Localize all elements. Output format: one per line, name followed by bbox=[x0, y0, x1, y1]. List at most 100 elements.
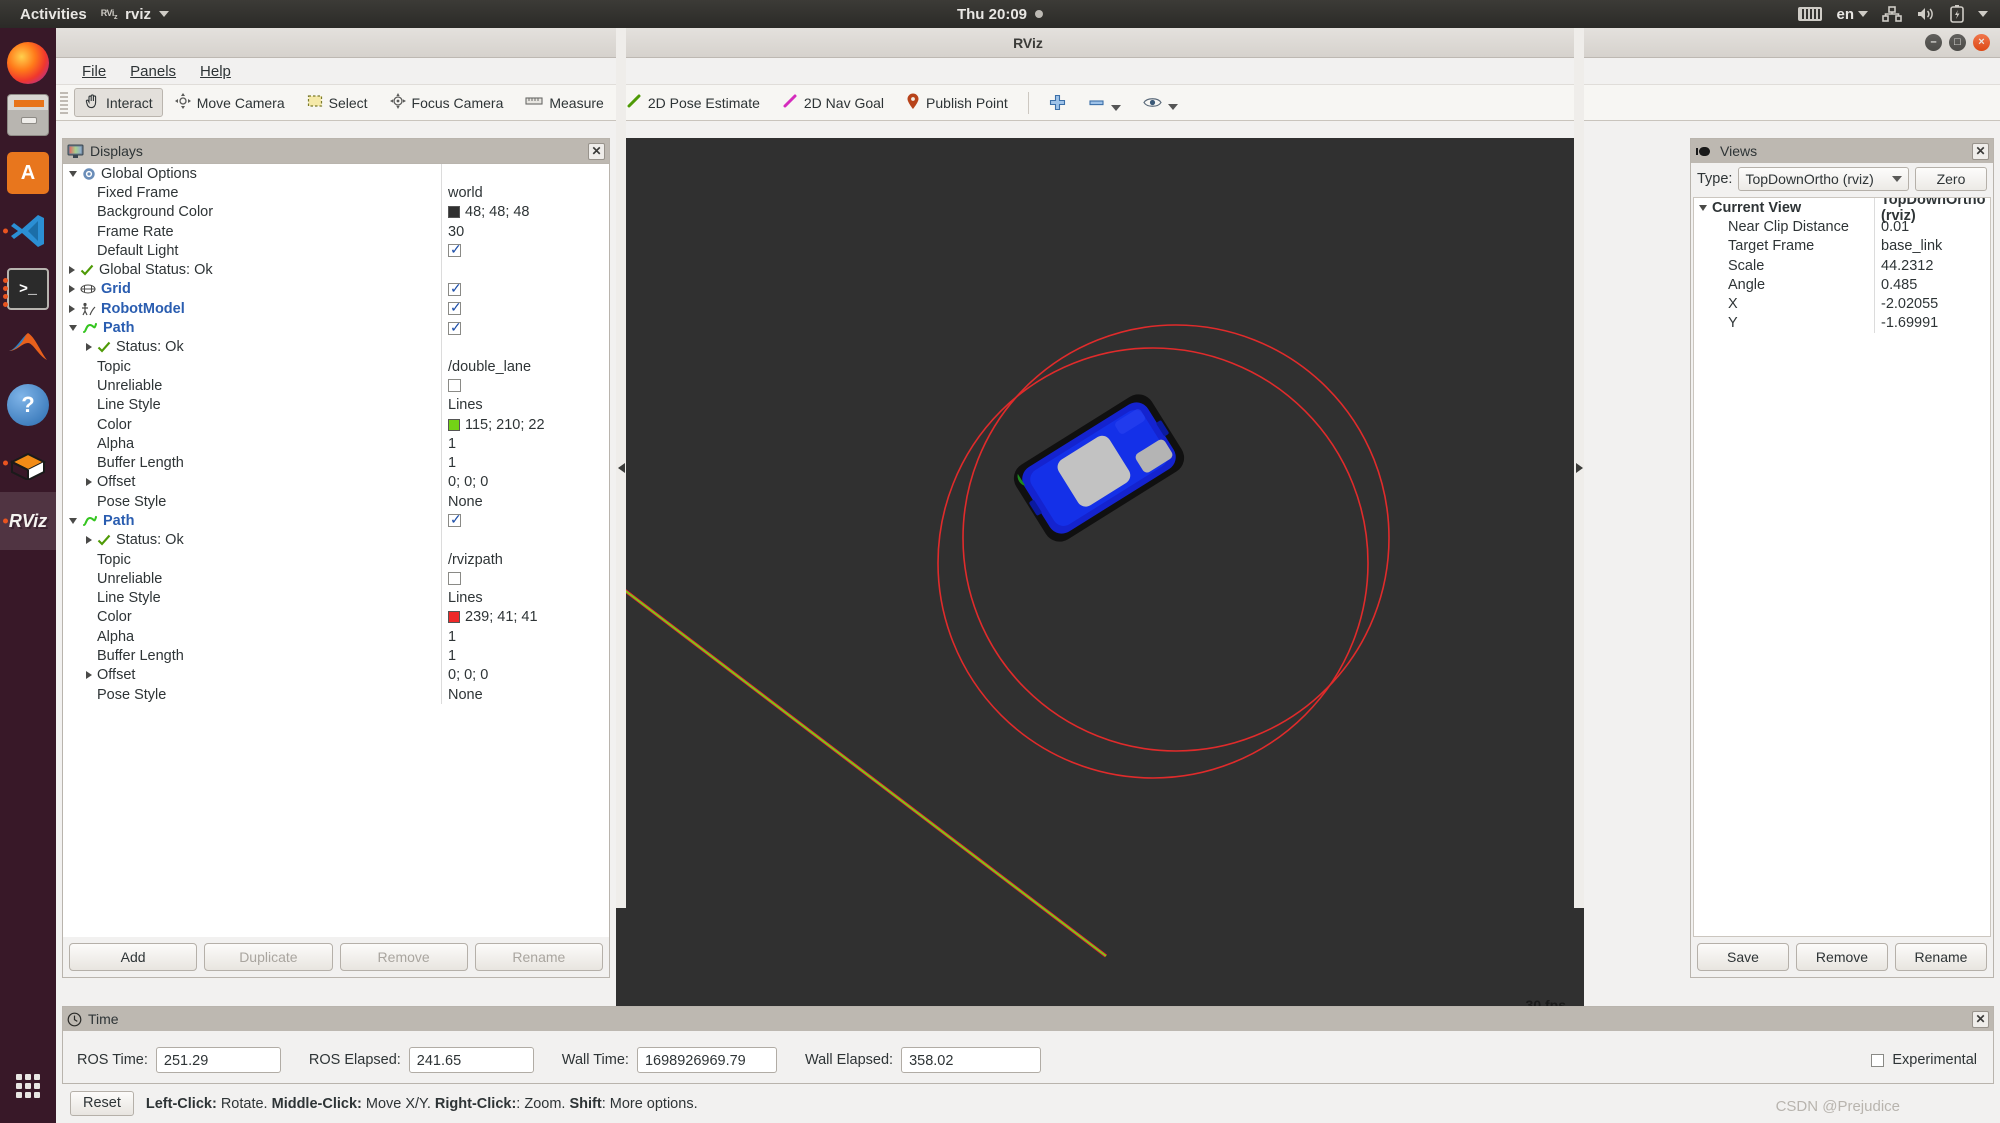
display-enabled-checkbox[interactable] bbox=[448, 379, 461, 393]
dock-item-help[interactable]: ? bbox=[0, 376, 56, 434]
display-row-value-cell[interactable] bbox=[441, 279, 609, 300]
wall-time-input[interactable]: 1698926969.79 bbox=[636, 1047, 777, 1073]
add-button[interactable]: Add bbox=[69, 943, 198, 971]
view-property-row[interactable]: Angle 0.485 bbox=[1694, 275, 1990, 295]
view-property-row[interactable]: Scale 44.2312 bbox=[1694, 255, 1990, 276]
displays-tree[interactable]: Global Options Fixed Frame world Background… bbox=[63, 163, 609, 937]
experimental-toggle[interactable]: Experimental bbox=[1871, 1052, 1977, 1068]
display-row[interactable]: Default Light bbox=[63, 241, 609, 261]
activities-button[interactable]: Activities bbox=[0, 6, 101, 23]
display-enabled-checkbox[interactable] bbox=[448, 319, 462, 336]
chevron-right-icon[interactable] bbox=[69, 266, 75, 275]
display-row[interactable]: Topic/rvizpath bbox=[63, 549, 609, 570]
zero-button[interactable]: Zero bbox=[1915, 167, 1987, 191]
display-row[interactable]: Frame Rate 30 bbox=[63, 221, 609, 242]
maximize-button[interactable]: □ bbox=[1949, 34, 1966, 51]
chevron-down-icon[interactable] bbox=[69, 325, 77, 332]
display-row[interactable]: Unreliable bbox=[63, 569, 609, 589]
display-row-value-cell[interactable] bbox=[441, 569, 609, 589]
display-row-value-cell[interactable]: 0; 0; 0 bbox=[441, 665, 609, 686]
display-row[interactable]: Offset 0; 0; 0 bbox=[63, 472, 609, 493]
chevron-right-icon[interactable] bbox=[86, 536, 92, 545]
tool-2d-pose-estimate[interactable]: 2D Pose Estimate bbox=[616, 88, 770, 117]
menu-panels[interactable]: Panels bbox=[118, 60, 188, 83]
display-row-value-cell[interactable]: 1 bbox=[441, 453, 609, 473]
view-property-value[interactable]: 0.01 bbox=[1874, 217, 1990, 237]
dock-item-firefox[interactable] bbox=[0, 34, 56, 92]
display-row-value-cell[interactable]: 48; 48; 48 bbox=[441, 202, 609, 222]
display-row[interactable]: Path bbox=[63, 318, 609, 338]
display-row-value-cell[interactable]: /rvizpath bbox=[441, 549, 609, 570]
chevron-right-icon[interactable] bbox=[69, 285, 75, 294]
display-row-value-cell[interactable] bbox=[441, 318, 609, 338]
tool-focus-camera[interactable]: Focus Camera bbox=[380, 88, 514, 117]
display-enabled-checkbox[interactable] bbox=[448, 572, 461, 586]
display-row[interactable]: Color 115; 210; 22 bbox=[63, 414, 609, 435]
display-row[interactable]: Grid bbox=[63, 279, 609, 300]
menu-help[interactable]: Help bbox=[188, 60, 243, 83]
experimental-checkbox[interactable] bbox=[1871, 1053, 1885, 1067]
ros-time-input[interactable]: 251.29 bbox=[155, 1047, 281, 1073]
display-row-value-cell[interactable] bbox=[441, 511, 609, 531]
display-row-value-cell[interactable]: /double_lane bbox=[441, 356, 609, 377]
display-row[interactable]: Line Style Lines bbox=[63, 395, 609, 415]
chevron-right-icon[interactable] bbox=[69, 304, 75, 313]
display-row[interactable]: Buffer Length 1 bbox=[63, 453, 609, 473]
color-swatch[interactable] bbox=[448, 418, 460, 431]
view-property-value[interactable]: 44.2312 bbox=[1874, 255, 1990, 276]
display-row[interactable]: Unreliable bbox=[63, 376, 609, 396]
display-enabled-checkbox[interactable] bbox=[448, 241, 462, 258]
reset-button[interactable]: Reset bbox=[70, 1091, 134, 1116]
chevron-down-icon[interactable] bbox=[69, 170, 77, 177]
dock-item-files[interactable] bbox=[0, 86, 56, 144]
color-swatch[interactable] bbox=[448, 206, 460, 219]
view-property-value[interactable]: -1.69991 bbox=[1874, 313, 1990, 334]
language-indicator[interactable]: en bbox=[1836, 6, 1854, 23]
display-row-value-cell[interactable]: 30 bbox=[441, 221, 609, 242]
ros-elapsed-input[interactable]: 241.65 bbox=[408, 1047, 534, 1073]
display-row[interactable]: Status: Ok bbox=[63, 530, 609, 550]
volume-icon[interactable] bbox=[1916, 6, 1936, 22]
wall-elapsed-input[interactable]: 358.02 bbox=[901, 1047, 1042, 1073]
tool-2d-nav-goal[interactable]: 2D Nav Goal bbox=[772, 88, 894, 117]
display-row[interactable]: Background Color 48; 48; 48 bbox=[63, 202, 609, 222]
3d-render-viewport[interactable]: 30 fps bbox=[616, 138, 1584, 1018]
display-row-value-cell[interactable] bbox=[441, 299, 609, 319]
display-row[interactable]: Global Status: Ok bbox=[63, 260, 609, 280]
close-icon[interactable]: ✕ bbox=[588, 142, 605, 160]
views-remove-button[interactable]: Remove bbox=[1796, 943, 1888, 971]
view-property-row[interactable]: Target Frame base_link bbox=[1694, 236, 1990, 256]
view-property-value[interactable]: base_link bbox=[1874, 236, 1990, 256]
views-tree[interactable]: Current View TopDownOrtho (rviz) Near Clip… bbox=[1693, 197, 1991, 937]
display-row-value-cell[interactable] bbox=[441, 164, 609, 184]
display-row-value-cell[interactable]: 239; 41; 41 bbox=[441, 607, 609, 628]
display-row-value-cell[interactable]: world bbox=[441, 183, 609, 203]
display-row-value-cell[interactable]: None bbox=[441, 685, 609, 705]
tool-measure[interactable]: Measure bbox=[515, 89, 613, 116]
show-applications-button[interactable] bbox=[0, 1063, 56, 1109]
display-row[interactable]: Alpha 1 bbox=[63, 627, 609, 647]
display-row[interactable]: Fixed Frame world bbox=[63, 183, 609, 203]
display-row[interactable]: Line Style Lines bbox=[63, 588, 609, 608]
dock-item-ubuntu-software[interactable]: A bbox=[0, 144, 56, 202]
chevron-down-icon[interactable] bbox=[1699, 204, 1707, 211]
display-row[interactable]: Status: Ok bbox=[63, 337, 609, 357]
keyboard-icon[interactable] bbox=[1798, 7, 1823, 21]
battery-charging-icon[interactable] bbox=[1950, 5, 1964, 23]
display-enabled-checkbox[interactable] bbox=[448, 299, 462, 316]
display-row[interactable]: Color 239; 41; 41 bbox=[63, 607, 609, 628]
display-row-value-cell[interactable] bbox=[441, 260, 609, 280]
display-row-value-cell[interactable] bbox=[441, 241, 609, 261]
network-icon[interactable] bbox=[1882, 6, 1902, 22]
view-property-value[interactable]: TopDownOrtho (rviz) bbox=[1874, 198, 1990, 224]
close-icon[interactable]: ✕ bbox=[1972, 1010, 1989, 1028]
chevron-right-icon[interactable] bbox=[86, 671, 92, 680]
dock-item-matlab[interactable] bbox=[0, 318, 56, 376]
chevron-right-icon[interactable] bbox=[86, 343, 92, 352]
view-type-select[interactable]: TopDownOrtho (rviz) bbox=[1738, 167, 1909, 191]
display-row[interactable]: RobotModel bbox=[63, 299, 609, 319]
left-panel-collapse-handle[interactable] bbox=[616, 28, 626, 908]
tool-interact[interactable]: Interact bbox=[74, 88, 163, 117]
display-row[interactable]: Offset 0; 0; 0 bbox=[63, 665, 609, 686]
display-row-value-cell[interactable]: Lines bbox=[441, 588, 609, 608]
